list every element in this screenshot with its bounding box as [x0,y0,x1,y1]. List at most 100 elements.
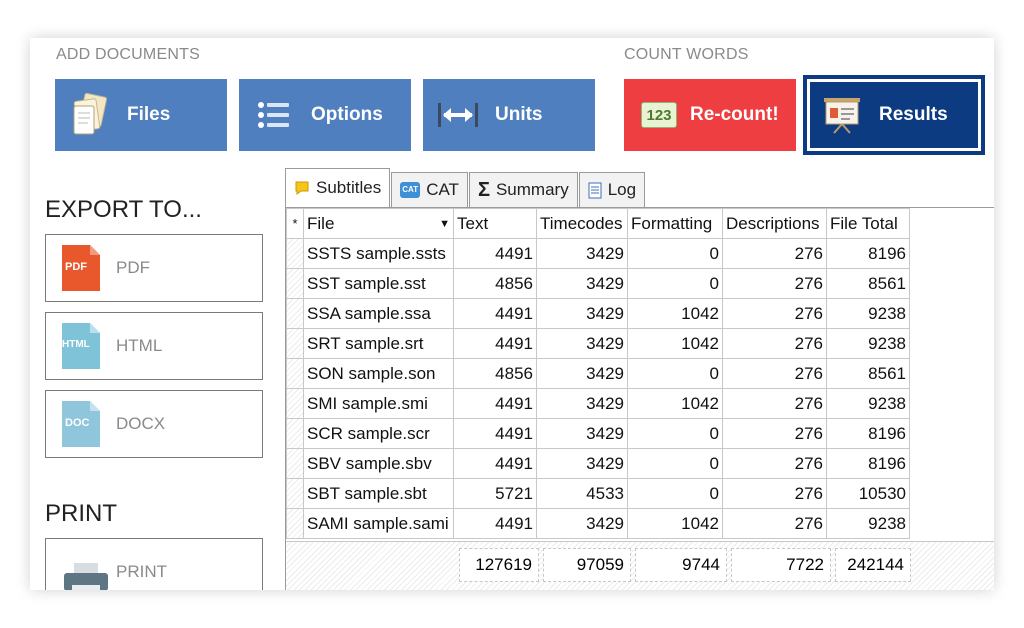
files-button-label: Files [127,104,171,125]
cell-descriptions: 276 [722,328,827,359]
row-selector[interactable] [286,358,304,389]
cell-file: SBV sample.sbv [303,448,454,479]
table-row[interactable]: SON sample.son 4856 3429 0 276 8561 [286,358,910,389]
table-row[interactable]: SMI sample.smi 4491 3429 1042 276 9238 [286,388,910,419]
results-grid: * File ▼ Text Timecodes Formatting Descr… [285,207,994,590]
cell-text: 4491 [453,508,537,539]
cell-file-total: 8196 [826,418,910,449]
pdf-icon-badge: PDF [65,261,87,273]
column-header-file-total[interactable]: File Total [826,208,910,239]
cell-text: 4491 [453,298,537,329]
cell-timecodes: 3429 [536,508,628,539]
cell-text: 4491 [453,328,537,359]
row-selector[interactable] [286,508,304,539]
html-icon-badge: HTML [62,339,90,350]
doc-file-icon: DOC [62,401,100,447]
table-row[interactable]: SAMI sample.sami 4491 3429 1042 276 9238 [286,508,910,539]
cell-formatting: 1042 [627,298,723,329]
table-row[interactable]: SBT sample.sbt 5721 4533 0 276 10530 [286,478,910,509]
export-to-heading: EXPORT TO... [45,196,202,223]
row-selector[interactable] [286,478,304,509]
cell-formatting: 0 [627,268,723,299]
cell-formatting: 0 [627,448,723,479]
totals-row: 127619 97059 9744 7722 242144 [286,541,994,590]
options-button[interactable]: Options [239,79,411,151]
cell-text: 4491 [453,448,537,479]
cell-file-total: 8196 [826,238,910,269]
column-header-descriptions[interactable]: Descriptions [722,208,827,239]
cell-timecodes: 3429 [536,328,628,359]
files-button[interactable]: Files [55,79,227,151]
cell-timecodes: 3429 [536,238,628,269]
table-row[interactable]: SSTS sample.ssts 4491 3429 0 276 8196 [286,238,910,269]
column-header-text[interactable]: Text [453,208,537,239]
cell-file-total: 8196 [826,448,910,479]
cell-descriptions: 276 [722,238,827,269]
tab-summary[interactable]: Σ Summary [468,172,578,207]
cell-timecodes: 3429 [536,448,628,479]
results-button[interactable]: Results [803,75,985,155]
row-selector[interactable] [286,238,304,269]
cell-file: SMI sample.smi [303,388,454,419]
export-docx-button[interactable]: DOC DOCX [45,390,263,458]
units-button-label: Units [495,104,543,125]
tab-cat[interactable]: CAT CAT [391,172,468,207]
cell-file-total: 9238 [826,298,910,329]
cell-text: 4856 [453,358,537,389]
results-button-label: Results [879,104,948,125]
row-selector[interactable] [286,388,304,419]
tab-subtitles-label: Subtitles [316,178,382,197]
row-selector[interactable] [286,448,304,479]
recount-button-label: Re-count! [690,104,779,125]
recount-button[interactable]: 123 Re-count! [624,79,796,151]
column-header-file-label: File [307,213,335,233]
column-header-file[interactable]: File ▼ [303,208,454,239]
row-selector[interactable] [286,298,304,329]
cell-file-total: 8561 [826,268,910,299]
units-button[interactable]: Units [423,79,595,151]
print-label: PRINT [116,562,167,581]
cell-file: SSA sample.ssa [303,298,454,329]
html-file-icon: HTML [62,323,100,369]
print-button[interactable]: PRINT [45,538,263,590]
table-row[interactable]: SST sample.sst 4856 3429 0 276 8561 [286,268,910,299]
export-pdf-label: PDF [116,258,150,277]
export-pdf-button[interactable]: PDF PDF [45,234,263,302]
cell-timecodes: 4533 [536,478,628,509]
cell-formatting: 0 [627,358,723,389]
cell-file: SAMI sample.sami [303,508,454,539]
cell-file: SON sample.son [303,358,454,389]
cell-descriptions: 276 [722,478,827,509]
resize-arrows-icon [435,92,481,138]
cell-text: 4491 [453,238,537,269]
count-words-label: COUNT WORDS [624,46,749,63]
table-row[interactable]: SRT sample.srt 4491 3429 1042 276 9238 [286,328,910,359]
column-header-formatting[interactable]: Formatting [627,208,723,239]
row-selector[interactable] [286,418,304,449]
row-selector[interactable] [286,328,304,359]
options-button-label: Options [311,104,383,125]
cell-text: 4491 [453,418,537,449]
total-formatting: 9744 [635,548,727,582]
row-selector[interactable] [286,268,304,299]
tab-subtitles[interactable]: Subtitles [285,168,391,207]
cell-descriptions: 276 [722,268,827,299]
table-row[interactable]: SSA sample.ssa 4491 3429 1042 276 9238 [286,298,910,329]
cell-descriptions: 276 [722,388,827,419]
cat-icon-badge: CAT [400,182,421,198]
cell-file: SRT sample.srt [303,328,454,359]
table-row[interactable]: SCR sample.scr 4491 3429 0 276 8196 [286,418,910,449]
export-html-button[interactable]: HTML HTML [45,312,263,380]
tab-log[interactable]: Log [578,172,646,207]
tab-log-label: Log [607,180,637,199]
column-header-timecodes[interactable]: Timecodes [536,208,628,239]
results-table: * File ▼ Text Timecodes Formatting Descr… [286,208,910,539]
export-docx-label: DOCX [116,414,166,433]
table-header-row: * File ▼ Text Timecodes Formatting Descr… [286,208,910,239]
table-row[interactable]: SBV sample.sbv 4491 3429 0 276 8196 [286,448,910,479]
log-icon [588,182,602,199]
tab-summary-label: Summary [495,180,569,199]
printer-icon [62,549,110,590]
cell-file-total: 9238 [826,388,910,419]
row-marker-header: * [286,208,304,239]
